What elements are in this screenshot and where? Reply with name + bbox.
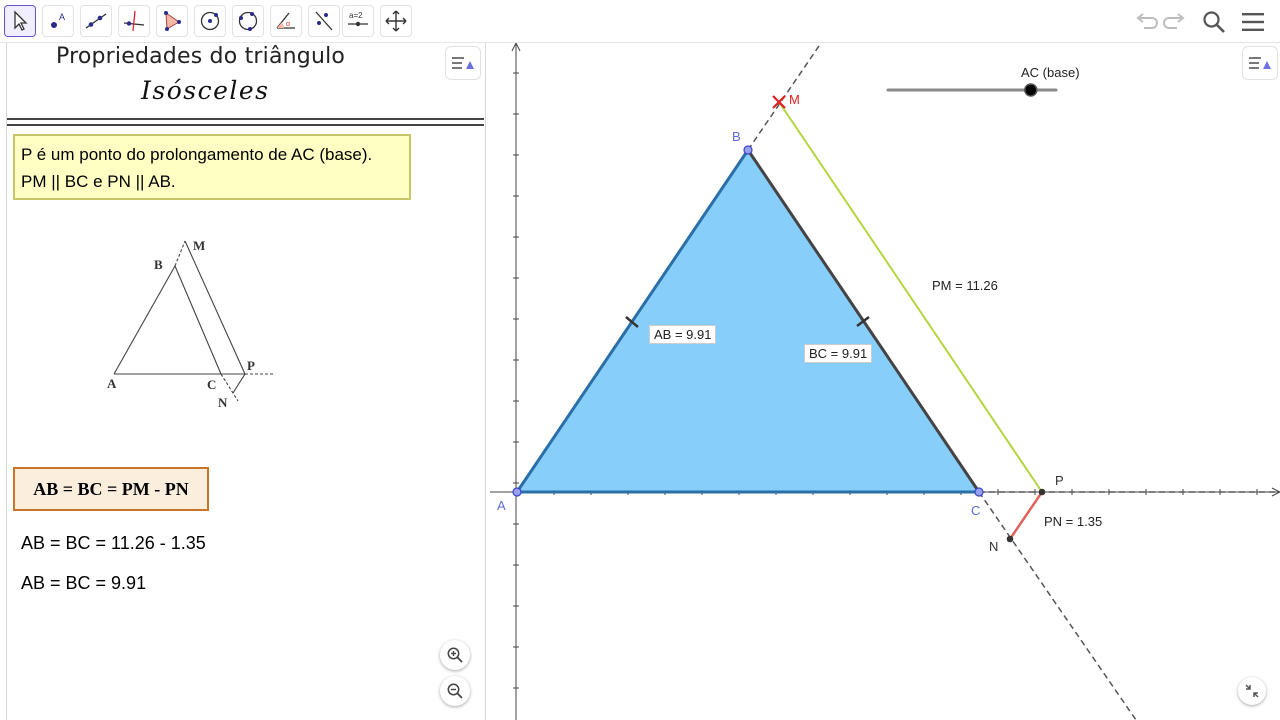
- statement-line: P é um ponto do prolongamento de AC (bas…: [21, 145, 373, 164]
- zoom-out-button[interactable]: [440, 676, 470, 706]
- polygon-tool-button[interactable]: [156, 5, 188, 37]
- slider-tool-button[interactable]: a=2: [342, 5, 374, 37]
- perpendicular-tool-button[interactable]: [118, 5, 150, 37]
- search-button[interactable]: [1199, 7, 1229, 37]
- svg-text:A: A: [59, 12, 65, 22]
- graphics-style-bar-toggle-button[interactable]: [1242, 46, 1278, 80]
- circle-three-points-tool-button[interactable]: [232, 5, 264, 37]
- circle-tool-button[interactable]: [194, 5, 226, 37]
- polygon-icon: [164, 11, 181, 31]
- label-point-m: M: [789, 92, 800, 107]
- page-title: Propriedades do triângulo: [56, 44, 346, 69]
- point-p: [1038, 488, 1046, 496]
- point-icon: A: [51, 12, 65, 28]
- statement-line: PM || BC e PN || AB.: [21, 172, 176, 191]
- label-point-a: A: [497, 498, 506, 513]
- calculation-line: AB = BC = 9.91: [21, 573, 147, 593]
- point-b: [743, 145, 753, 155]
- sketch-label-a: A: [107, 376, 117, 391]
- perpendicular-line-icon: [123, 10, 145, 32]
- label-point-b: B: [732, 129, 741, 144]
- geometry-canvas[interactable]: [486, 43, 1280, 720]
- style-bar-toggle-button[interactable]: [445, 46, 481, 80]
- svg-text:a=2: a=2: [349, 11, 363, 20]
- move-graphics-tool-button[interactable]: [380, 5, 412, 37]
- cursor-arrow-icon: [14, 10, 28, 31]
- sketch-extension: [174, 240, 186, 267]
- measure-ab: AB = 9.91: [649, 325, 717, 344]
- measure-bc: BC = 9.91: [804, 344, 873, 363]
- move-arrows-icon: [385, 10, 407, 32]
- zoom-in-button[interactable]: [440, 640, 470, 670]
- angle-icon: α: [276, 12, 295, 29]
- sketch-label-m: M: [193, 238, 205, 253]
- slider-label: AC (base): [1021, 65, 1080, 80]
- undo-button[interactable]: [1130, 7, 1160, 37]
- measure-pn: PN = 1.35: [1044, 514, 1103, 529]
- sketch-pn-line: [232, 373, 246, 394]
- construction-sketch: B M A C P N: [107, 238, 275, 410]
- circle-three-points-icon: [238, 11, 258, 31]
- undo-icon: [1136, 13, 1158, 29]
- graphics-view[interactable]: A B C P M N AB = 9.91 BC = 9.91 PM = 11.…: [486, 43, 1280, 720]
- sketch-triangle-side: [113, 264, 222, 375]
- point-a: [512, 487, 522, 497]
- page-subtitle: Isósceles: [141, 76, 270, 105]
- label-point-n: N: [989, 539, 999, 554]
- zoom-in-icon: [447, 647, 463, 663]
- point-n: [1006, 535, 1014, 543]
- reflect-tool-button[interactable]: [308, 5, 340, 37]
- search-icon: [1203, 11, 1225, 33]
- segment-pn: [1008, 491, 1044, 540]
- sketch-label-b: B: [154, 257, 163, 272]
- toolbar: A α a=2: [0, 0, 1280, 43]
- zoom-out-icon: [447, 683, 463, 699]
- exit-fullscreen-button[interactable]: [1238, 677, 1266, 705]
- slider-knob: [1024, 83, 1038, 97]
- point-c: [974, 487, 984, 497]
- calculation-line: AB = BC = 11.26 - 1.35: [21, 533, 206, 553]
- statement-box: P é um ponto do prolongamento de AC (bas…: [13, 134, 411, 200]
- algebra-panel: Propriedades do triângulo Isósceles P é …: [0, 43, 486, 720]
- title-divider: [7, 124, 484, 126]
- sketch-label-p: P: [247, 358, 255, 373]
- redo-icon: [1163, 13, 1185, 29]
- circle-center-icon: [200, 11, 220, 31]
- label-point-c: C: [971, 503, 981, 518]
- sketch-label-c: C: [207, 377, 216, 392]
- move-tool-button[interactable]: [4, 5, 36, 37]
- reflect-line-icon: [315, 11, 333, 31]
- point-tool-button[interactable]: A: [42, 5, 74, 37]
- line-tool-button[interactable]: [80, 5, 112, 37]
- menu-icon: [1242, 13, 1264, 31]
- redo-button[interactable]: [1161, 7, 1191, 37]
- label-point-p: P: [1055, 473, 1064, 488]
- line-icon: [85, 13, 107, 29]
- panel-divider: [6, 43, 7, 720]
- triangle-abc: [517, 150, 979, 492]
- point-m: [772, 95, 786, 109]
- slider-icon: a=2: [348, 11, 368, 27]
- title-divider: [7, 118, 484, 120]
- sketch-label-n: N: [218, 395, 228, 410]
- menu-button[interactable]: [1238, 7, 1268, 37]
- angle-tool-button[interactable]: α: [270, 5, 302, 37]
- style-bar-icon: [1249, 57, 1271, 69]
- sketch-pm-line: [184, 240, 246, 375]
- measure-pm: PM = 11.26: [932, 278, 998, 293]
- collapse-icon: [1245, 684, 1259, 698]
- svg-text:α: α: [286, 21, 290, 28]
- formula-box: AB = BC = PM - PN: [13, 467, 209, 511]
- style-bar-icon: [452, 57, 474, 69]
